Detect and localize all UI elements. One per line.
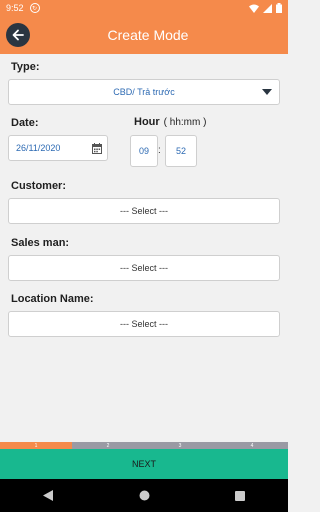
status-icons — [249, 3, 282, 13]
hour-label: Hour( hh:mm ) — [134, 116, 206, 128]
next-button[interactable]: NEXT — [0, 449, 288, 479]
date-label: Date: — [11, 117, 39, 129]
salesman-select[interactable]: --- Select --- — [8, 255, 280, 281]
sync-icon: ↻ — [29, 3, 40, 13]
time-separator: : — [158, 145, 161, 156]
wifi-icon — [249, 4, 259, 13]
date-field[interactable]: 26/11/2020 — [8, 135, 108, 161]
nav-home-button[interactable] — [129, 481, 159, 511]
step-1: 1 — [0, 442, 72, 449]
customer-label: Customer: — [11, 180, 67, 192]
step-progress: 1 2 3 4 — [0, 442, 288, 449]
triangle-back-icon — [43, 490, 53, 501]
step-4: 4 — [216, 442, 288, 449]
hour-label-text: Hour — [134, 116, 160, 128]
nav-back-button[interactable] — [33, 481, 63, 511]
hour-input[interactable]: 09 — [130, 135, 158, 167]
minute-input[interactable]: 52 — [165, 135, 197, 167]
location-select[interactable]: --- Select --- — [8, 311, 280, 337]
type-label: Type: — [11, 61, 40, 73]
salesman-label: Sales man: — [11, 237, 70, 249]
step-3: 3 — [144, 442, 216, 449]
battery-icon — [276, 3, 282, 13]
type-select-value: CBD/ Trả trước — [113, 87, 175, 97]
square-recents-icon — [235, 490, 245, 501]
app-bar: Create Mode — [0, 16, 288, 54]
customer-select[interactable]: --- Select --- — [8, 198, 280, 224]
status-bar: 9:52 ↻ — [0, 0, 288, 16]
system-nav-bar — [0, 479, 288, 512]
circle-home-icon — [139, 490, 149, 501]
back-button[interactable] — [6, 23, 30, 47]
signal-icon — [263, 3, 272, 13]
status-time: 9:52 — [6, 3, 24, 13]
nav-recents-button[interactable] — [225, 481, 255, 511]
location-label: Location Name: — [11, 293, 94, 305]
date-value: 26/11/2020 — [16, 143, 61, 153]
calendar-icon — [92, 143, 102, 154]
step-2: 2 — [72, 442, 144, 449]
arrow-left-icon — [12, 29, 24, 41]
type-select[interactable]: CBD/ Trả trước — [8, 79, 280, 105]
hour-format: ( hh:mm ) — [163, 117, 207, 128]
page-title: Create Mode — [107, 27, 189, 43]
caret-down-icon — [262, 89, 272, 95]
